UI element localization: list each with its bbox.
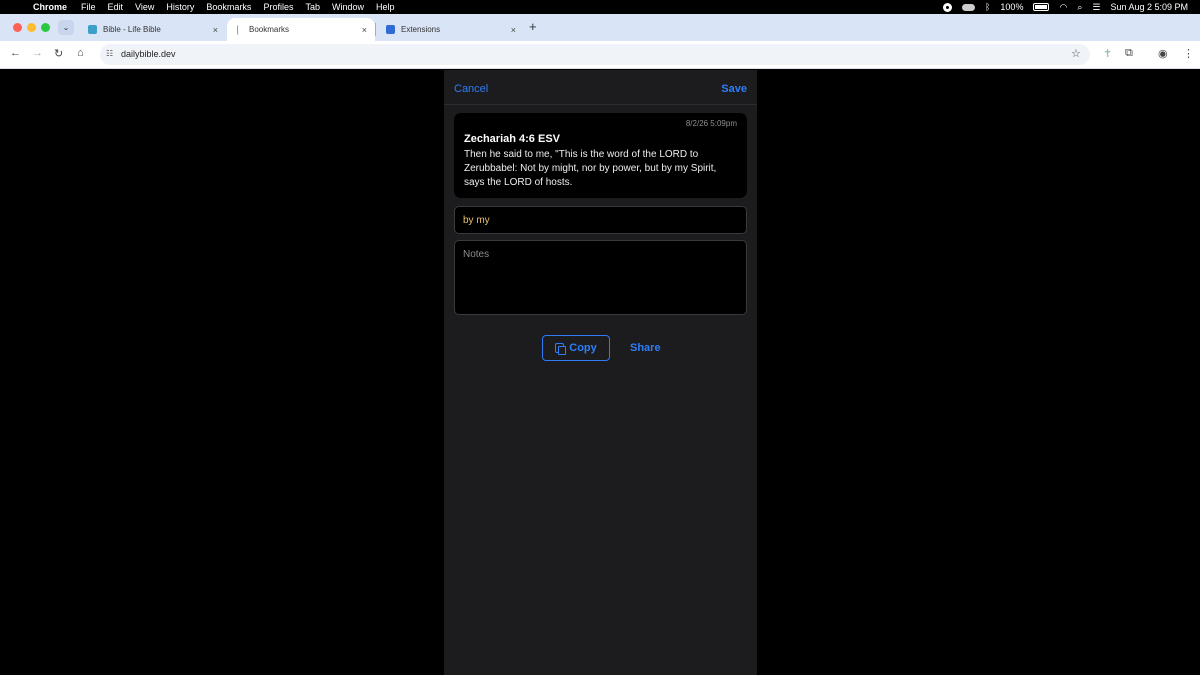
tab-title: Bookmarks [249,25,290,34]
cancel-button[interactable]: Cancel [454,83,488,95]
tab-extensions[interactable]: Extensions × [376,18,524,41]
home-icon[interactable]: ⌂ [77,47,84,59]
wifi-icon[interactable]: ◠ [1059,0,1067,14]
search-icon[interactable]: ⌕ [1077,0,1082,14]
forward-icon[interactable]: → [32,47,43,59]
menu-bookmarks[interactable]: Bookmarks [206,0,251,14]
new-tab-button[interactable]: + [529,19,537,34]
share-button[interactable]: Share [630,342,661,354]
bluetooth-icon[interactable]: ᛒ [985,0,990,14]
tab-bookmarks[interactable]: Bookmarks × [227,18,375,41]
menu-history[interactable]: History [166,0,194,14]
tab-title: Bible - Life Bible [103,25,161,34]
bookmark-edit-panel: Cancel Save 8/2/26 5:09pm Zechariah 4:6 … [444,70,757,675]
save-button[interactable]: Save [721,83,747,95]
bookmark-title-input[interactable] [454,206,747,234]
menu-help[interactable]: Help [376,0,395,14]
tab-search-chevron-icon[interactable]: ⌄ [58,20,74,35]
menu-profiles[interactable]: Profiles [263,0,293,14]
verse-reference: Zechariah 4:6 ESV [464,133,560,145]
maximize-window-icon[interactable] [41,23,50,32]
panel-header: Cancel Save [444,70,757,105]
verse-text: Then he said to me, "This is the word of… [464,149,717,188]
tab-bible-life-bible[interactable]: Bible - Life Bible × [78,18,226,41]
copy-icon [555,343,567,355]
control-center-icon[interactable]: ☰ [1092,0,1100,14]
cross-favicon-icon [237,24,243,35]
battery-icon[interactable] [1033,3,1050,11]
back-icon[interactable]: ← [10,47,21,59]
extension-cross-icon[interactable]: ✝ [1103,47,1112,60]
tab-title: Extensions [401,25,441,34]
verse-timestamp: 8/2/26 5:09pm [685,119,737,128]
browser-toolbar: ← → ↻ ⌂ ☷ dailybible.dev ☆ ✝ ⧉ ◉ ⋮ [0,41,1200,69]
close-tab-icon[interactable]: × [213,25,218,35]
bookmark-star-icon[interactable]: ☆ [1071,47,1081,60]
menu-app-chrome[interactable]: Chrome [33,0,67,14]
status-area: ᛒ 100% ◠ ⌕ ☰ Sun Aug 2 5:09 PM [943,0,1188,14]
more-menu-icon[interactable]: ⋮ [1183,47,1194,60]
puzzle-favicon-icon [386,25,395,34]
menu-edit[interactable]: Edit [108,0,124,14]
profile-avatar-icon[interactable]: ◉ [1158,47,1168,60]
menu-window[interactable]: Window [332,0,364,14]
menu-view[interactable]: View [135,0,154,14]
reload-icon[interactable]: ↻ [54,47,63,60]
menu-file[interactable]: File [81,0,96,14]
copy-button[interactable]: Copy [542,335,610,361]
tab-strip: ⌄ Bible - Life Bible × Bookmarks × Exten… [0,14,1200,41]
menu-tab[interactable]: Tab [305,0,320,14]
verse-card: 8/2/26 5:09pm Zechariah 4:6 ESV Then he … [454,113,747,198]
site-info-icon[interactable]: ☷ [106,49,113,58]
cloud-icon[interactable] [962,3,976,11]
battery-percent: 100% [1000,2,1024,12]
minimize-window-icon[interactable] [27,23,36,32]
copy-label: Copy [569,342,597,354]
bible-favicon-icon [88,25,97,34]
record-icon[interactable] [943,2,953,12]
clock[interactable]: Sun Aug 2 5:09 PM [1110,0,1188,14]
page-content: Cancel Save 8/2/26 5:09pm Zechariah 4:6 … [0,70,1200,675]
extensions-puzzle-icon[interactable]: ⧉ [1125,47,1133,60]
menu-bar: Chrome File Edit View History Bookmarks … [0,0,1200,14]
close-window-icon[interactable] [13,23,22,32]
close-tab-icon[interactable]: × [362,25,367,35]
close-tab-icon[interactable]: × [511,25,516,35]
menu-items: Chrome File Edit View History Bookmarks … [33,0,407,14]
url-text[interactable]: dailybible.dev [121,49,176,59]
address-bar[interactable]: ☷ dailybible.dev [100,44,1090,65]
notes-field[interactable] [454,240,747,315]
